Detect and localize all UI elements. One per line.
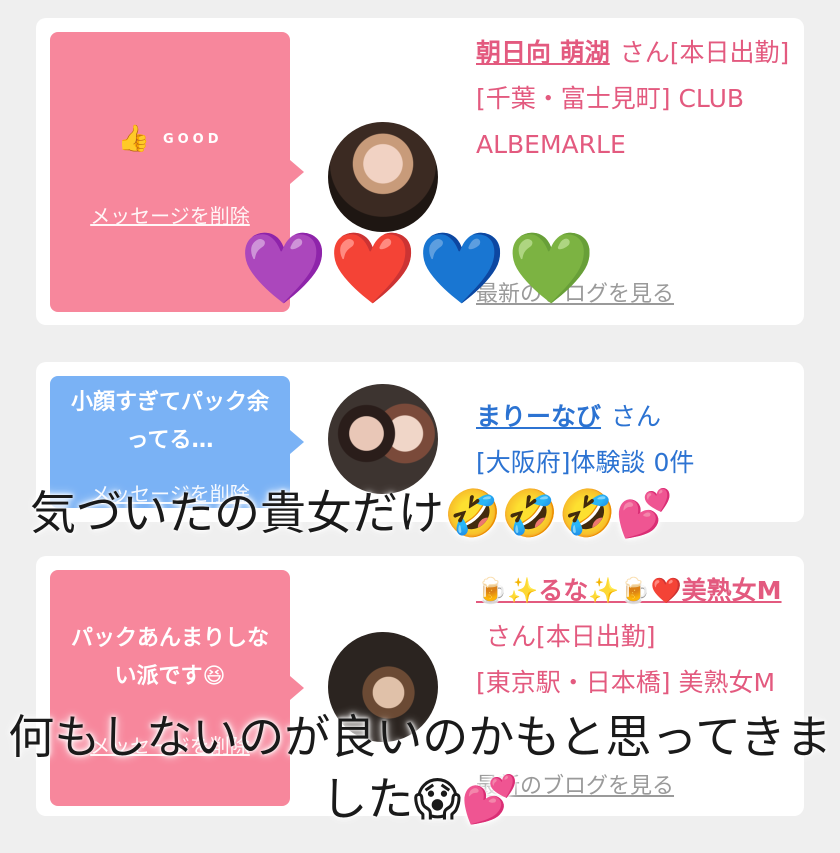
- shop-info: [東京駅・日本橋] 美熟女M: [476, 668, 776, 697]
- profile-info: 朝日向 萌湖 さん[本日出勤] [千葉・富士見町] CLUB ALBEMARLE: [476, 30, 794, 168]
- profile-info: まりーなび さん [大阪府]体験談 0件: [476, 394, 794, 486]
- honorific: さん[本日出勤]: [486, 622, 656, 651]
- profile-name-link[interactable]: 朝日向 萌湖: [476, 38, 610, 67]
- honorific: さん: [611, 402, 662, 431]
- status: [本日出勤]: [669, 38, 790, 67]
- profile-name-link[interactable]: 🍺✨るな✨🍺❤️美熟女M: [476, 576, 782, 605]
- delete-message-link[interactable]: メッセージを削除: [50, 200, 290, 229]
- thumbs-up-icon: 👍: [117, 124, 150, 154]
- honorific: さん: [619, 38, 670, 67]
- hearts-overlay: 💜❤️💙💚: [240, 227, 597, 309]
- reaction-good: 👍 GOOD: [50, 124, 290, 158]
- avatar[interactable]: [328, 122, 438, 232]
- review-info: [大阪府]体験談 0件: [476, 448, 695, 477]
- caption-2: 何もしないのが良いのかもと思ってきました😱💕: [8, 710, 832, 826]
- shop-info: [千葉・富士見町] CLUB ALBEMARLE: [476, 84, 745, 159]
- caption-1: 気づいたの貴女だけ🤣🤣🤣💕: [30, 486, 674, 540]
- reaction-label: GOOD: [162, 131, 223, 147]
- message-text: 小顔すぎてパック余ってる…: [70, 390, 269, 453]
- profile-info: 🍺✨るな✨🍺❤️美熟女M さん[本日出勤] [東京駅・日本橋] 美熟女M: [476, 568, 794, 706]
- profile-name-link[interactable]: まりーなび: [476, 402, 601, 431]
- message-text: パックあんまりしない派です😆: [70, 626, 269, 689]
